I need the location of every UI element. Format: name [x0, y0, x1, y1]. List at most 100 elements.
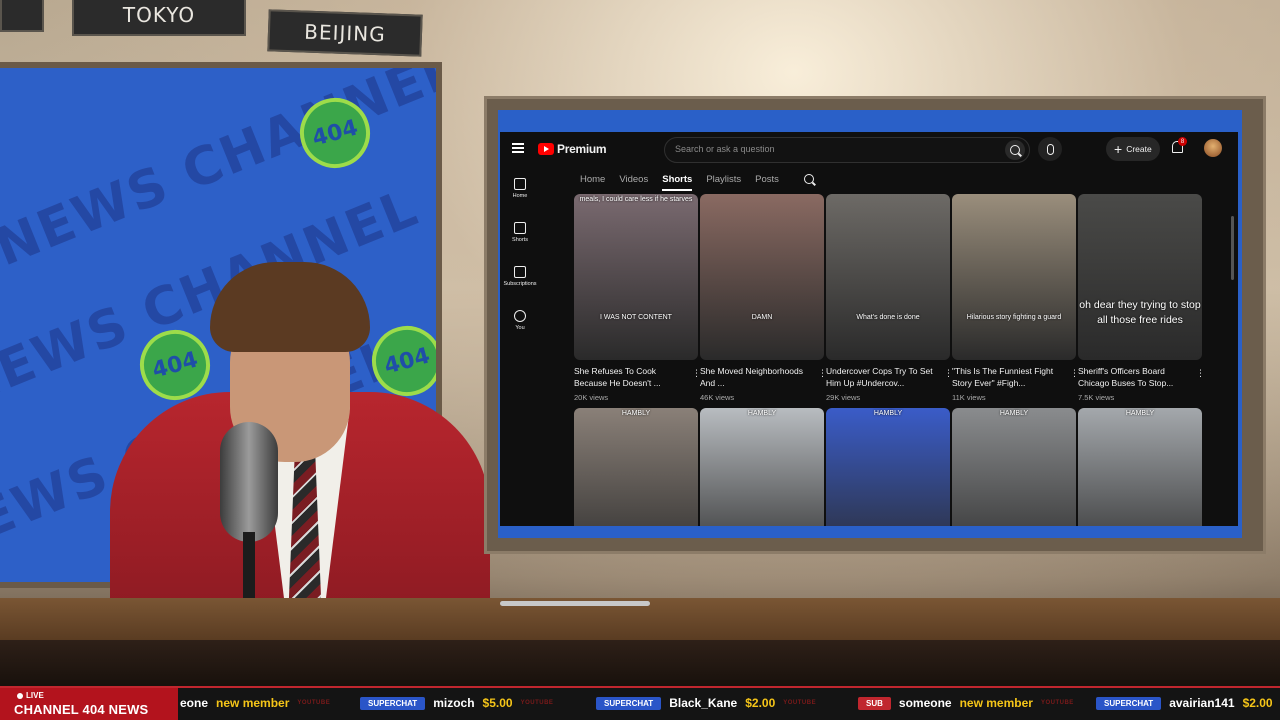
tab-home[interactable]: Home [580, 174, 605, 191]
plus-icon: + [1114, 141, 1123, 157]
live-badge: LIVE CHANNEL 404 NEWS [0, 688, 178, 720]
thumbnail-caption: What's done is done [856, 314, 920, 321]
pen [500, 601, 650, 606]
tab-playlists[interactable]: Playlists [706, 174, 741, 191]
youtube-play-icon [538, 143, 554, 155]
short-title[interactable]: "This Is The Funniest Fight Story Ever" … [952, 365, 1062, 390]
short-card[interactable]: oh dear they trying to stop all those fr… [1078, 194, 1205, 402]
sidebar-item-home[interactable]: Home [500, 178, 540, 199]
short-thumbnail[interactable]: oh dear they trying to stop all those fr… [1078, 194, 1202, 360]
ticker-accent-line [0, 686, 1280, 688]
short-card[interactable]: meals, I could care less if he starves I … [574, 194, 701, 402]
sidebar-item-subscriptions[interactable]: Subscriptions [500, 266, 540, 287]
create-label: Create [1126, 144, 1152, 154]
city-sign-partial [0, 0, 44, 32]
sidebar-item-you[interactable]: You [500, 310, 540, 331]
sidebar-item-shorts[interactable]: Shorts [500, 222, 540, 243]
ticker-source: YOUTUBE [520, 700, 554, 706]
desk-front [0, 640, 1280, 688]
live-dot-icon [17, 693, 23, 699]
ticker-source: YOUTUBE [1040, 700, 1074, 706]
sidebar-label: Shorts [512, 237, 528, 243]
youtube-logo[interactable]: Premium [538, 142, 607, 156]
youtube-topbar: Premium Search or ask a question + Creat… [500, 132, 1238, 168]
short-card[interactable]: HAMBLY [700, 408, 824, 526]
short-title[interactable]: Undercover Cops Try To Set Him Up #Under… [826, 365, 936, 390]
short-views: 29K views [826, 392, 861, 402]
city-sign-tokyo: TOKYO [72, 0, 246, 36]
notifications-button[interactable]: 8 [1172, 137, 1187, 153]
ticker-username: someone [898, 696, 952, 710]
short-title[interactable]: Sheriff's Officers Board Chicago Buses T… [1078, 365, 1188, 390]
more-options-icon[interactable]: ⋮ [1196, 368, 1205, 377]
presenter-wig [210, 262, 370, 352]
tab-shorts[interactable]: Shorts [662, 174, 693, 191]
short-card[interactable]: HAMBLY [952, 408, 1076, 526]
short-title[interactable]: She Moved Neighborhoods And ... [700, 365, 810, 390]
ticker-badge: SUB [858, 696, 891, 710]
short-card[interactable]: HAMBLY [826, 408, 950, 526]
avatar[interactable] [1204, 139, 1222, 157]
short-card[interactable]: DAMN She Moved Neighborhoods And ... 46K v… [700, 194, 827, 402]
ticker-value: new member [216, 696, 290, 710]
ticker-item: SUPERCHAT Black_Kane $2.00 YOUTUBE [596, 694, 816, 712]
thumbnail-caption: Hilarious story fighting a guard [966, 314, 1062, 321]
ticker-item: SUB someone new member YOUTUBE [858, 694, 1074, 712]
more-options-icon[interactable]: ⋮ [1070, 368, 1079, 377]
ticker-username: Black_Kane [669, 696, 738, 710]
short-thumbnail[interactable]: HAMBLY [826, 408, 950, 526]
voice-search-button[interactable] [1038, 137, 1062, 161]
short-views: 11K views [952, 392, 986, 402]
more-options-icon[interactable]: ⋮ [944, 368, 953, 377]
sidebar-label: Subscriptions [503, 281, 537, 287]
short-card[interactable]: What's done is done Undercover Cops Try T… [826, 194, 953, 402]
short-views: 46K views [700, 392, 735, 402]
sidebar-label: Home [512, 193, 528, 199]
short-thumbnail[interactable]: meals, I could care less if he starves I … [574, 194, 698, 360]
thumbnail-caption: HAMBLY [1125, 410, 1155, 417]
youtube-window: Premium Search or ask a question + Creat… [500, 132, 1238, 526]
create-button[interactable]: + Create [1106, 137, 1160, 161]
short-thumbnail[interactable]: HAMBLY [952, 408, 1076, 526]
thumbnail-caption: HAMBLY [999, 410, 1029, 417]
channel-search-button[interactable] [804, 174, 814, 184]
ticker-value: $2.00 [745, 696, 776, 710]
ticker-badge: SUPERCHAT [596, 696, 662, 710]
scrollbar[interactable] [1231, 216, 1234, 280]
news-presenter [100, 262, 500, 622]
ticker-badge: SUPERCHAT [360, 696, 426, 710]
search-button[interactable] [1005, 140, 1025, 160]
short-card[interactable]: Hilarious story fighting a guard "This Is… [952, 194, 1079, 402]
short-thumbnail[interactable]: HAMBLY [700, 408, 824, 526]
short-card[interactable]: HAMBLY [1078, 408, 1202, 526]
city-sign-beijing: BEIJING [267, 9, 423, 57]
home-icon [514, 178, 526, 190]
ticker-source: YOUTUBE [297, 700, 331, 706]
thumbnail-caption: HAMBLY [621, 410, 651, 417]
short-views: 20K views [574, 392, 609, 402]
short-thumbnail[interactable]: Hilarious story fighting a guard [952, 194, 1076, 360]
sidebar-label: You [515, 325, 525, 331]
short-thumbnail[interactable]: HAMBLY [1078, 408, 1202, 526]
live-label: LIVE [26, 691, 44, 700]
logo-text: Premium [557, 142, 607, 156]
search-input[interactable]: Search or ask a question [664, 137, 1030, 163]
short-thumbnail[interactable]: HAMBLY [574, 408, 698, 526]
search-icon [804, 174, 814, 184]
ticker-username: avairian141 [1169, 696, 1235, 710]
short-thumbnail[interactable]: DAMN [700, 194, 824, 360]
channel-tabs: Home Videos Shorts Playlists Posts [580, 174, 779, 191]
ticker-value: new member [959, 696, 1033, 710]
microphone [220, 422, 278, 542]
more-options-icon[interactable]: ⋮ [692, 368, 701, 377]
short-thumbnail[interactable]: What's done is done [826, 194, 950, 360]
tab-videos[interactable]: Videos [619, 174, 648, 191]
you-icon [514, 310, 526, 322]
short-card[interactable]: HAMBLY [574, 408, 698, 526]
tab-posts[interactable]: Posts [755, 174, 779, 191]
monitor-screen: Premium Search or ask a question + Creat… [498, 110, 1242, 538]
short-title[interactable]: She Refuses To Cook Because He Doesn't .… [574, 365, 684, 390]
more-options-icon[interactable]: ⋮ [818, 368, 827, 377]
menu-icon[interactable] [512, 143, 524, 153]
ticker-value: $5.00 [482, 696, 513, 710]
